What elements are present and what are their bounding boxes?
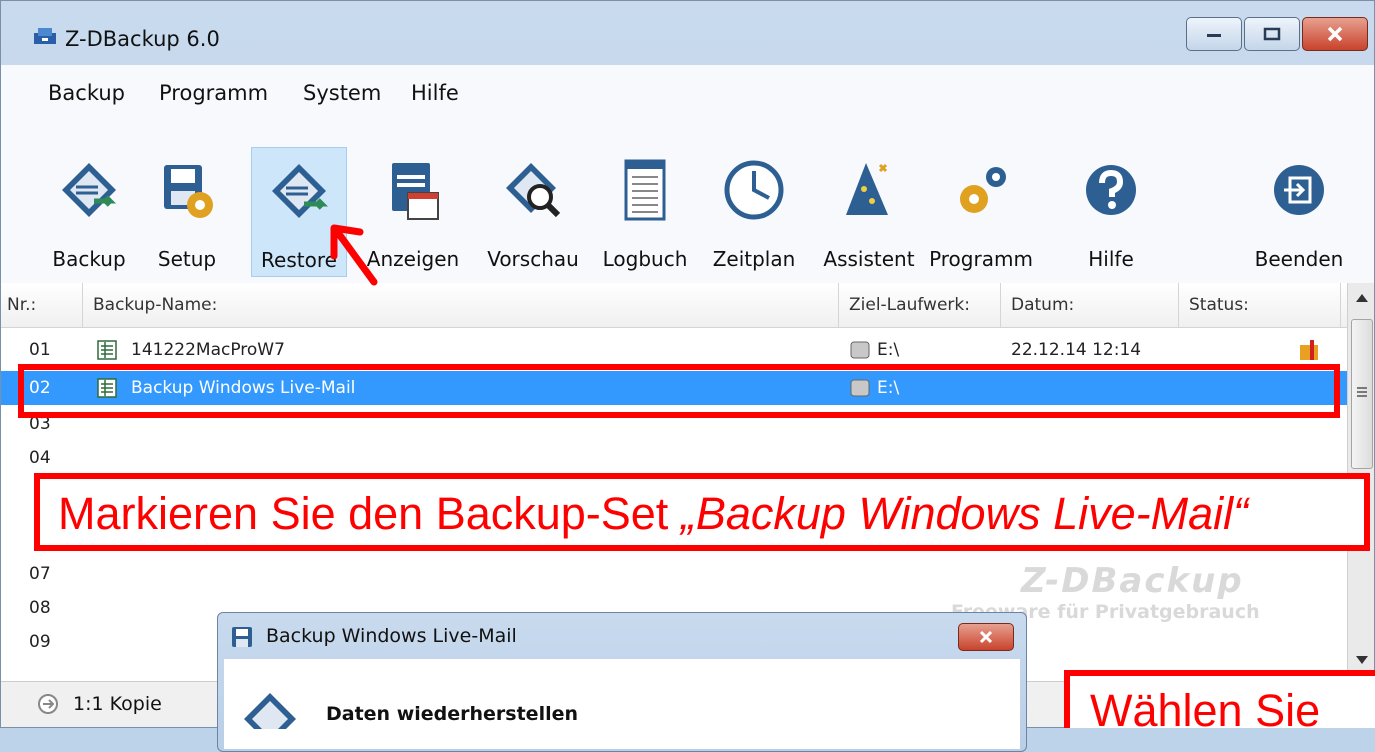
gears-icon [960, 167, 1006, 213]
instruction-callout: Markieren Sie den Backup-Set „Backup Win… [34, 473, 1370, 551]
backup-disk-icon [62, 163, 117, 217]
column-header-status[interactable]: Status: [1183, 283, 1341, 327]
drive-icon [850, 341, 870, 359]
column-header-drive[interactable]: Ziel-Laufwerk: [843, 283, 1001, 327]
menu-programm[interactable]: Programm [159, 81, 268, 105]
toolbar: Backup Setup Restore Anzeigen Vorschau L… [1, 123, 1374, 283]
row-drive: E:\ [877, 340, 900, 360]
row-name: 141222MacProW7 [131, 340, 285, 360]
table-row[interactable]: 01 141222MacProW7 E:\ 22.12.14 12:14 [1, 333, 1347, 367]
preview-magnifier-icon [506, 163, 561, 218]
toolbar-vorschau-label: Vorschau [487, 247, 579, 271]
scroll-down-icon[interactable] [1355, 655, 1369, 665]
help-icon [1086, 165, 1136, 215]
dialog-close-button[interactable] [958, 623, 1014, 651]
row-nr: 08 [29, 598, 51, 618]
toolbar-beenden-label: Beenden [1254, 247, 1344, 271]
maximize-icon [1263, 27, 1281, 41]
toolbar-logbuch-label: Logbuch [602, 247, 688, 271]
row-date: 22.12.14 12:14 [1011, 340, 1142, 360]
row-nr: 01 [29, 340, 51, 360]
toolbar-backup-label: Backup [52, 247, 126, 271]
toolbar-assistent-button[interactable]: Assistent [815, 147, 923, 277]
toolbar-setup-label: Setup [157, 247, 217, 271]
window-title: Z-DBackup 6.0 [65, 27, 220, 51]
highlight-selected-row [18, 364, 1340, 418]
toolbar-programm-button[interactable]: Programm [925, 147, 1037, 277]
toolbar-hilfe-label: Hilfe [1088, 247, 1134, 271]
title-bar[interactable]: Z-DBackup 6.0 [1, 1, 1374, 65]
menu-system[interactable]: System [303, 81, 381, 105]
minimize-icon [1207, 34, 1221, 37]
clock-icon [724, 160, 784, 220]
menu-hilfe[interactable]: Hilfe [411, 81, 459, 105]
pointer-arrow-icon [330, 224, 378, 286]
setup-disk-gear-icon [164, 165, 213, 218]
restore-dialog: Backup Windows Live-Mail Daten wiederher… [217, 612, 1027, 752]
backup-set-icon [97, 340, 117, 360]
corner-callout: Wählen Sie [1064, 670, 1375, 728]
grip-icon [1357, 387, 1367, 397]
close-icon [1327, 26, 1343, 42]
instruction-text: Markieren Sie den Backup-Set [58, 488, 681, 539]
toolbar-zeitplan-button[interactable]: Zeitplan [705, 147, 803, 277]
arrow-circle-icon [38, 694, 58, 714]
toolbar-hilfe-button[interactable]: Hilfe [1071, 147, 1151, 277]
toolbar-assistent-label: Assistent [823, 247, 915, 271]
toolbar-setup-button[interactable]: Setup [151, 147, 223, 277]
scrollbar-thumb[interactable] [1351, 319, 1373, 469]
dialog-title: Backup Windows Live-Mail [266, 625, 517, 647]
toolbar-programm-label: Programm [929, 247, 1033, 271]
toolbar-zeitplan-label: Zeitplan [712, 247, 796, 271]
close-icon [979, 630, 993, 644]
dialog-body: Daten wiederherstellen [224, 659, 1020, 749]
dialog-heading: Daten wiederherstellen [326, 703, 579, 725]
logbook-document-icon [624, 159, 666, 221]
close-button[interactable] [1302, 17, 1368, 51]
restore-disk-icon [244, 693, 296, 729]
menu-bar: Backup Programm System Hilfe [1, 65, 1374, 123]
toolbar-backup-button[interactable]: Backup [37, 147, 141, 277]
row-nr: 04 [29, 448, 51, 468]
corner-callout-text: Wählen Sie [1090, 685, 1321, 728]
toolbar-logbuch-button[interactable]: Logbuch [597, 147, 693, 277]
column-header-nr[interactable]: Nr.: [1, 283, 83, 327]
status-text: 1:1 Kopie [73, 693, 162, 715]
list-header: Nr.: Backup-Name: Ziel-Laufwerk: Datum: … [1, 283, 1347, 328]
toolbar-beenden-button[interactable]: Beenden [1247, 147, 1351, 277]
column-header-date[interactable]: Datum: [1005, 283, 1179, 327]
minimize-button[interactable] [1186, 17, 1242, 51]
scroll-up-icon[interactable] [1355, 293, 1369, 303]
column-header-name[interactable]: Backup-Name: [87, 283, 839, 327]
table-row[interactable]: 04 [1, 441, 1347, 475]
exit-icon [1274, 165, 1324, 215]
maximize-button[interactable] [1244, 17, 1300, 51]
row-nr: 07 [29, 564, 51, 584]
watermark-logo: Z-DBackup [1021, 561, 1244, 601]
row-nr: 09 [29, 632, 51, 652]
app-logo-icon [34, 28, 56, 44]
box-icon [1300, 340, 1318, 360]
menu-backup[interactable]: Backup [48, 81, 125, 105]
instruction-emphasis: „Backup Windows Live-Mail“ [680, 488, 1249, 539]
toolbar-vorschau-button[interactable]: Vorschau [477, 147, 589, 277]
wizard-icon [846, 163, 888, 215]
dialog-disk-icon [232, 627, 252, 647]
view-window-icon [392, 163, 439, 220]
